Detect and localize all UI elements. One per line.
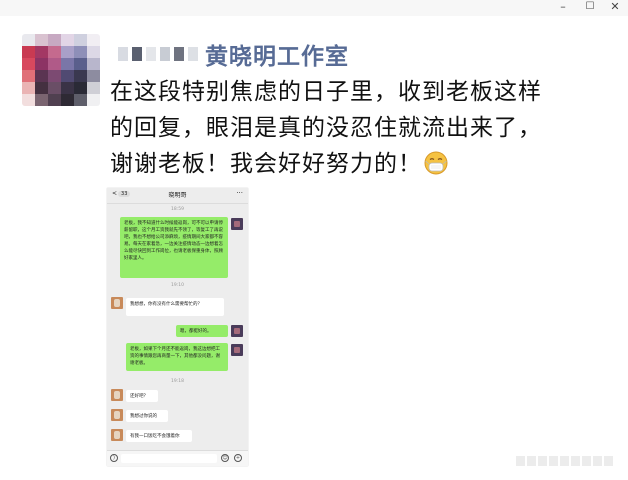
chat-message: 我想想，你有没有什么需要帮忙的？ [126, 298, 224, 316]
chat-title: 晓明哥 [168, 192, 187, 199]
close-button[interactable]: ✕ [604, 0, 626, 16]
more-icon[interactable]: ··· [236, 189, 243, 197]
chat-message: 老板，如果下个月还不能返岗，我这边想把工资的事情跟您再商量一下，其他都没问题，谢… [126, 343, 228, 371]
blurred-watermark [516, 453, 616, 469]
post-text-line: 谢谢老板！我会好好努力的！ [110, 146, 610, 182]
chat-message: 嗯，都挺好的。 [176, 325, 228, 337]
sender-avatar [231, 218, 243, 230]
chat-header: <33 晓明哥 ··· [107, 188, 248, 204]
emoji-icon[interactable]: ☺ [221, 454, 229, 462]
post-text-line-content: 谢谢老板！我会好好努力的！ [110, 151, 422, 177]
chat-message: 有我一口饭吃不会饿着你 [126, 430, 192, 442]
window-titlebar: – ☐ ✕ [0, 0, 628, 16]
post-text-line: 在这段特别焦虑的日子里，收到老板这样 [110, 79, 542, 105]
chat-timestamp: 18:59 [171, 207, 184, 212]
contact-avatar [111, 389, 123, 401]
chat-message: 老板，我不知道什么时候能返岗，可不可以申请停薪留职，这个月工资我就先不领了，等复… [120, 217, 228, 278]
chat-screenshot-image[interactable]: <33 晓明哥 ··· 18:59 老板，我不知道什么时候能返岗，可不可以申请停… [107, 188, 248, 466]
blurred-username [118, 45, 200, 63]
mask-face-icon [424, 150, 448, 175]
post-text-line: 的回复，眼泪是真的没忍住就流出来了， [110, 115, 542, 141]
chat-message: 还好吧？ [126, 390, 158, 402]
contact-avatar [111, 409, 123, 421]
chat-timestamp: 19:10 [171, 283, 184, 288]
post-author-name[interactable]: 黄晓明工作室 [205, 37, 349, 71]
voice-icon[interactable]: ) [110, 454, 118, 462]
avatar[interactable] [22, 34, 100, 106]
maximize-button[interactable]: ☐ [579, 0, 601, 16]
minimize-button[interactable]: – [552, 0, 574, 16]
chat-timestamp: 19:18 [171, 379, 184, 384]
plus-icon[interactable]: + [234, 454, 242, 462]
contact-avatar [111, 297, 123, 309]
chat-input-field[interactable] [121, 454, 217, 463]
chat-input-bar: ) ☺ + [107, 450, 248, 466]
post-text: 在这段特别焦虑的日子里，收到老板这样 的回复，眼泪是真的没忍住就流出来了， 谢谢… [110, 74, 610, 182]
sender-avatar [231, 344, 243, 356]
sender-avatar [231, 325, 243, 337]
contact-avatar [111, 429, 123, 441]
chat-message: 我想过你说的 [126, 410, 168, 422]
